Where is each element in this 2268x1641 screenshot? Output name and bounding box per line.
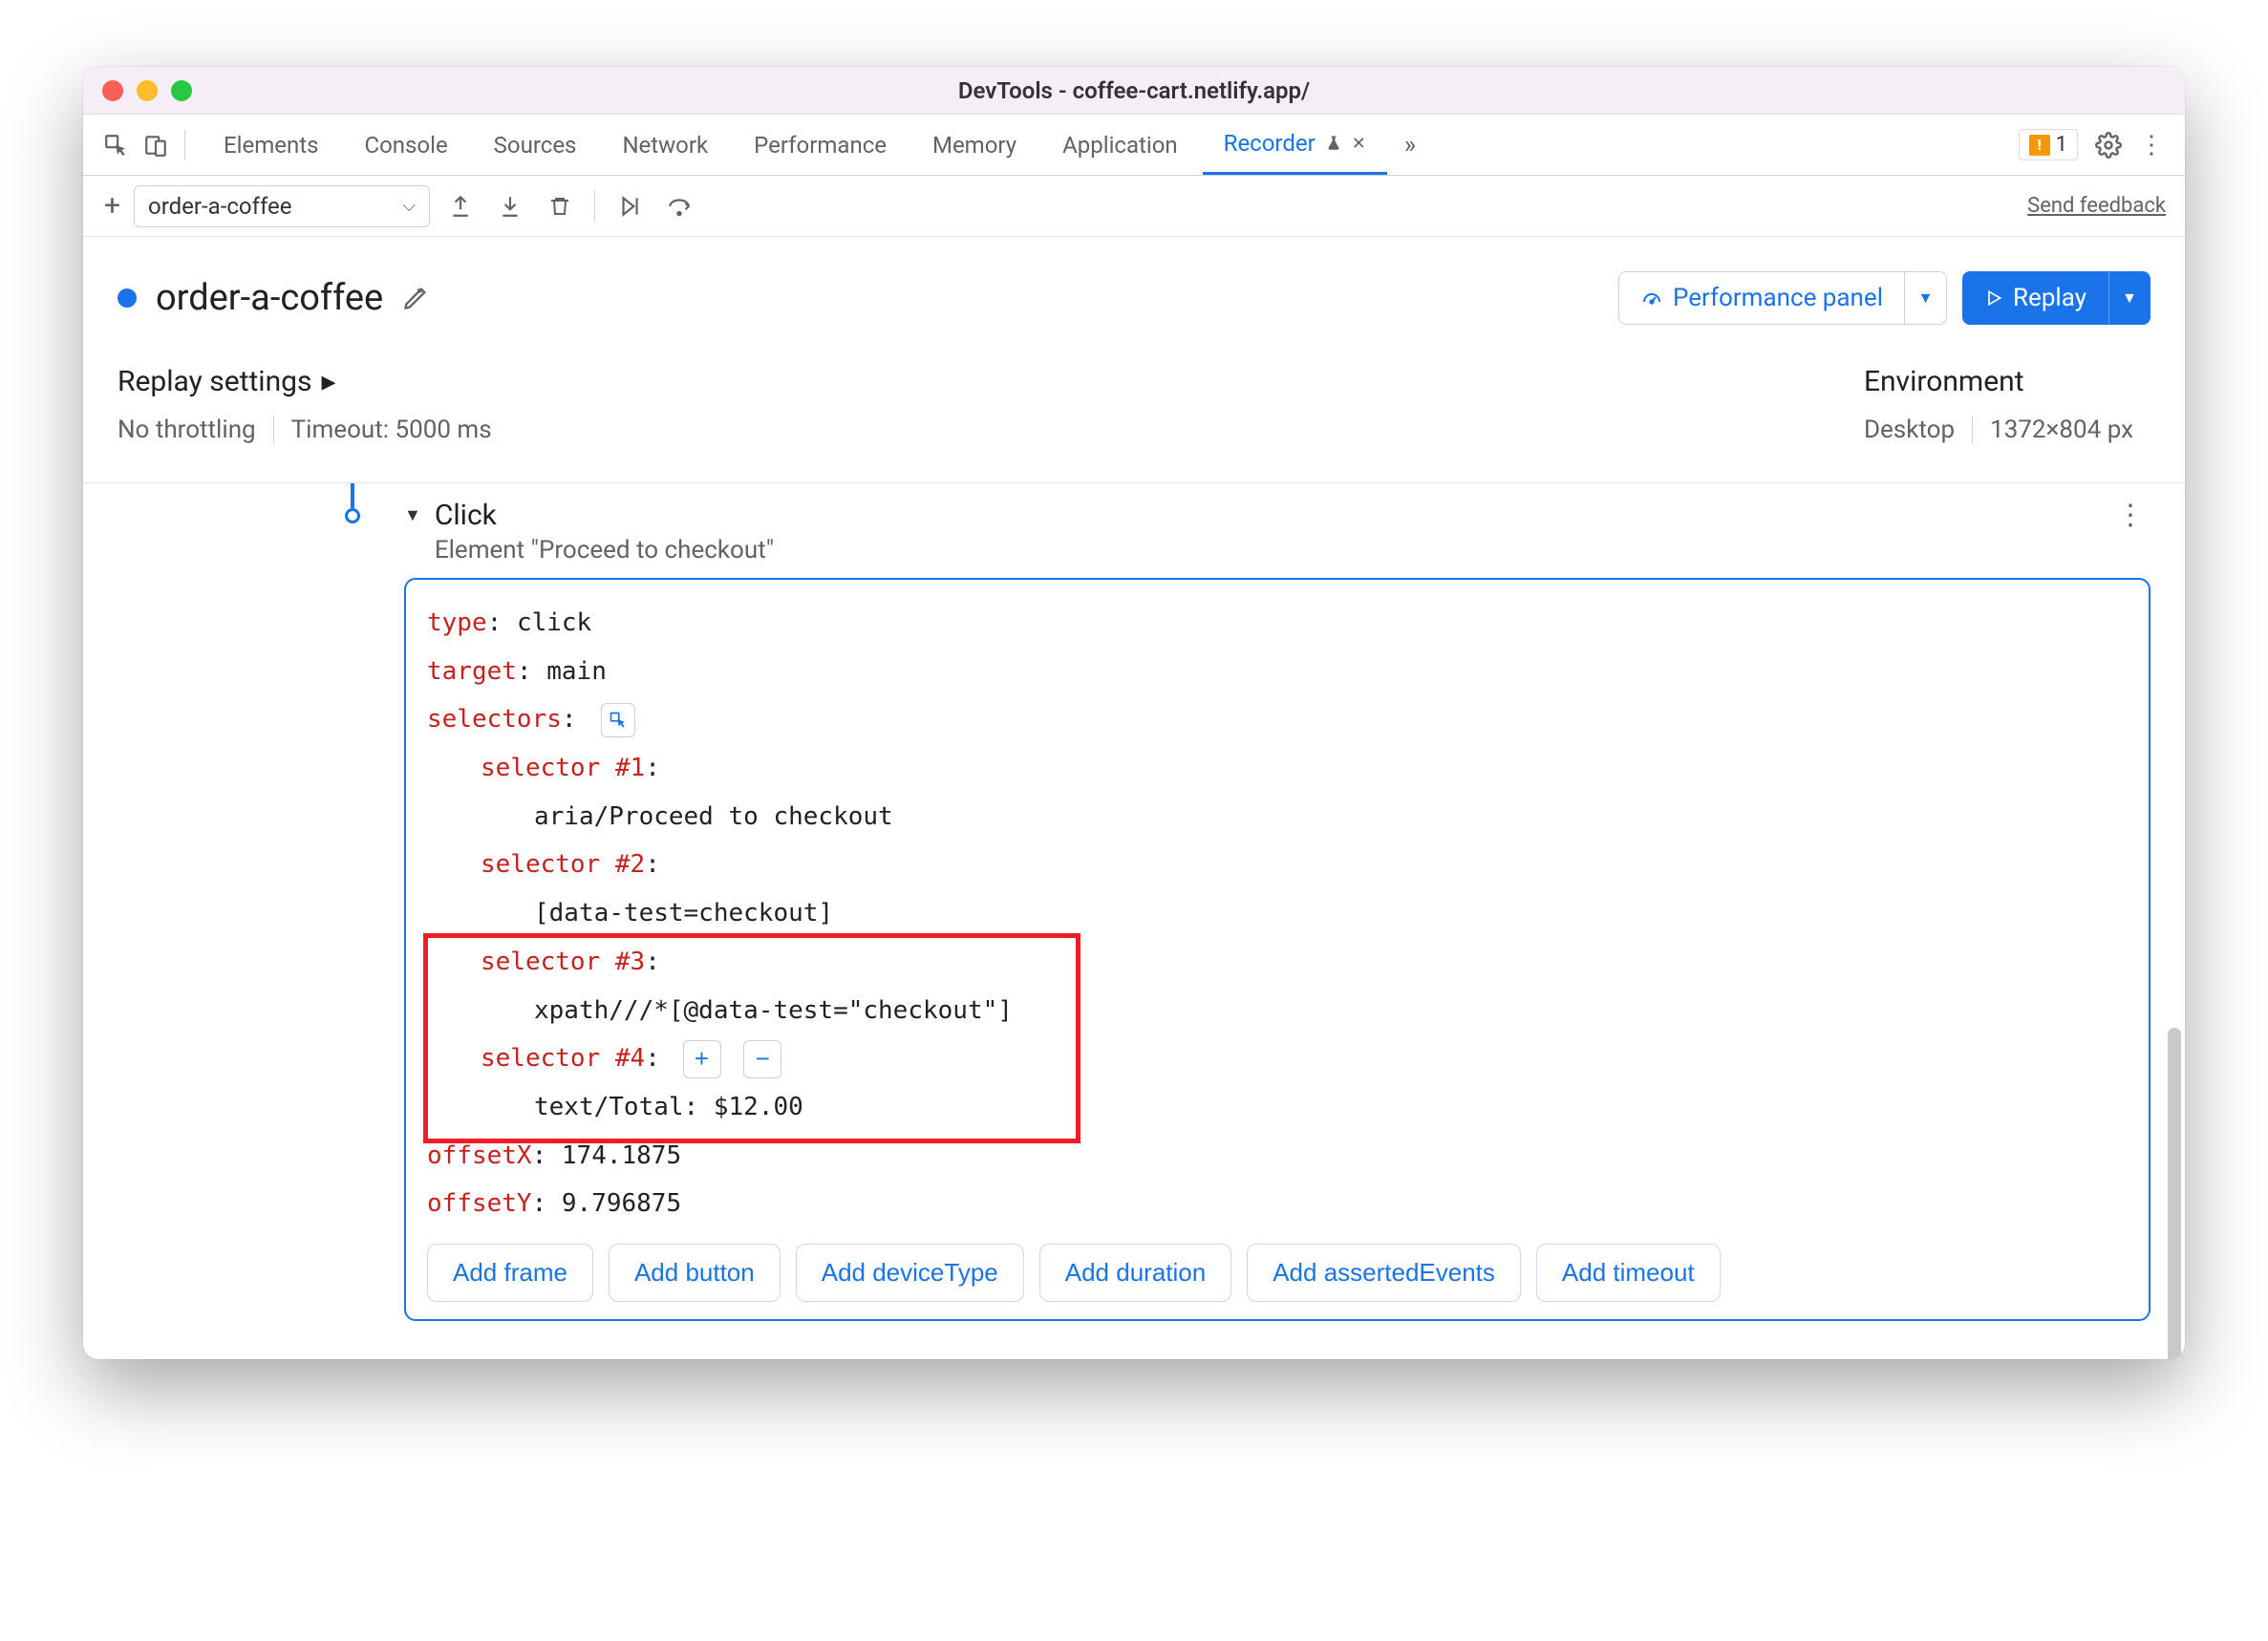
add-button-button[interactable]: Add button	[609, 1244, 781, 1302]
add-timeout-button[interactable]: Add timeout	[1536, 1244, 1721, 1302]
recording-select[interactable]: order-a-coffee ⌵	[134, 185, 430, 227]
selector-2-label: selector #2:	[427, 841, 2128, 889]
recording-header: order-a-coffee Performance panel ▼	[83, 237, 2185, 353]
delete-icon[interactable]	[545, 191, 575, 222]
edit-title-icon[interactable]	[402, 285, 429, 311]
divider	[594, 190, 595, 223]
prop-selectors: selectors:	[427, 695, 2128, 744]
performance-panel-button[interactable]: Performance panel ▼	[1618, 271, 1947, 325]
recording-title: order-a-coffee	[156, 277, 383, 319]
tab-performance[interactable]: Performance	[733, 115, 908, 175]
recording-status-dot	[118, 288, 137, 308]
more-menu-icon[interactable]: ⋮	[2139, 131, 2164, 160]
recorder-toolbar: + order-a-coffee ⌵ Send feedback	[83, 176, 2185, 237]
prop-target: target: main	[427, 648, 2128, 696]
timeout-value: Timeout: 5000 ms	[274, 416, 509, 444]
tab-network[interactable]: Network	[601, 115, 729, 175]
rail-dot	[345, 508, 360, 523]
more-tabs-button[interactable]: »	[1391, 131, 1429, 160]
window-title: DevTools - coffee-cart.netlify.app/	[83, 77, 2185, 104]
new-recording-button[interactable]: +	[102, 189, 134, 223]
step-details-card: type: click target: main selectors: sele…	[404, 578, 2150, 1321]
chevron-right-icon: ▸	[321, 365, 335, 398]
add-property-row: Add frame Add button Add deviceType Add …	[427, 1244, 2128, 1302]
prop-offsetx: offsetX: 174.1875	[427, 1132, 2128, 1181]
settings-gear-icon[interactable]	[2095, 132, 2122, 159]
settings-row: Replay settings ▸ No throttling Timeout:…	[83, 353, 2185, 483]
selector-4-label: selector #4: + −	[427, 1034, 2128, 1083]
send-feedback-link[interactable]: Send feedback	[2027, 194, 2166, 218]
devtools-window: DevTools - coffee-cart.netlify.app/ Elem…	[83, 67, 2185, 1359]
throttling-value: No throttling	[118, 416, 274, 444]
warning-icon: !	[2029, 135, 2050, 156]
issues-badge[interactable]: ! 1	[2019, 129, 2078, 160]
performance-dropdown[interactable]: ▼	[1905, 271, 1947, 325]
selector-3-label: selector #3:	[427, 938, 2128, 987]
selector-2-value[interactable]: [data-test=checkout]	[427, 889, 2128, 938]
selector-3-value[interactable]: xpath///*[@data-test="checkout"]	[427, 987, 2128, 1035]
add-selector-button[interactable]: +	[683, 1040, 721, 1078]
inspect-tools	[95, 130, 185, 160]
export-icon[interactable]	[445, 191, 476, 222]
selector-4-value[interactable]: text/Total: $12.00	[427, 1083, 2128, 1132]
experiment-icon	[1325, 135, 1342, 152]
add-devicetype-button[interactable]: Add deviceType	[796, 1244, 1024, 1302]
titlebar: DevTools - coffee-cart.netlify.app/	[83, 67, 2185, 115]
environment-heading: Environment	[1864, 365, 2150, 398]
tab-sources[interactable]: Sources	[473, 115, 598, 175]
selector-1-label: selector #1:	[427, 744, 2128, 793]
step-header[interactable]: ▼ Click Element "Proceed to checkout" ⋮	[404, 493, 2150, 578]
panel-tabs: Elements Console Sources Network Perform…	[83, 115, 2185, 176]
tab-recorder[interactable]: Recorder ✕	[1203, 115, 1387, 175]
pick-selector-icon[interactable]	[601, 703, 635, 737]
step-menu-icon[interactable]: ⋮	[2116, 499, 2150, 532]
tab-application[interactable]: Application	[1041, 115, 1199, 175]
inspect-element-icon[interactable]	[100, 130, 131, 160]
timeline-rail	[118, 483, 404, 1321]
add-duration-button[interactable]: Add duration	[1039, 1244, 1231, 1302]
remove-selector-button[interactable]: −	[743, 1040, 781, 1078]
steps-area: ▼ Click Element "Proceed to checkout" ⋮ …	[83, 483, 2185, 1359]
device-toggle-icon[interactable]	[140, 130, 171, 160]
rail-line	[351, 483, 354, 508]
replay-dropdown[interactable]: ▼	[2108, 271, 2150, 325]
toolbar-actions	[445, 190, 695, 223]
gauge-icon	[1640, 287, 1663, 309]
step-title: Click	[435, 499, 774, 532]
import-icon[interactable]	[495, 191, 525, 222]
step-play-icon[interactable]	[614, 191, 645, 222]
prop-type: type: click	[427, 599, 2128, 648]
selector-1-value[interactable]: aria/Proceed to checkout	[427, 793, 2128, 842]
prop-offsety: offsetY: 9.796875	[427, 1180, 2128, 1228]
tab-console[interactable]: Console	[343, 115, 468, 175]
step-over-icon[interactable]	[664, 191, 695, 222]
add-frame-button[interactable]: Add frame	[427, 1244, 593, 1302]
scrollbar-thumb[interactable]	[2168, 1028, 2181, 1359]
disclosure-triangle-icon[interactable]: ▼	[404, 505, 421, 525]
device-value: Desktop	[1864, 416, 1973, 444]
chevron-down-icon: ⌵	[402, 196, 416, 216]
tab-elements[interactable]: Elements	[203, 115, 339, 175]
tab-memory[interactable]: Memory	[911, 115, 1038, 175]
dimensions-value: 1372×804 px	[1973, 416, 2150, 444]
add-assertedevents-button[interactable]: Add assertedEvents	[1247, 1244, 1521, 1302]
step-subtitle: Element "Proceed to checkout"	[435, 536, 774, 565]
replay-settings-heading[interactable]: Replay settings ▸	[118, 365, 509, 398]
close-tab-icon[interactable]: ✕	[1352, 134, 1366, 154]
replay-button[interactable]: Replay ▼	[1962, 271, 2150, 325]
play-icon	[1984, 288, 2003, 308]
